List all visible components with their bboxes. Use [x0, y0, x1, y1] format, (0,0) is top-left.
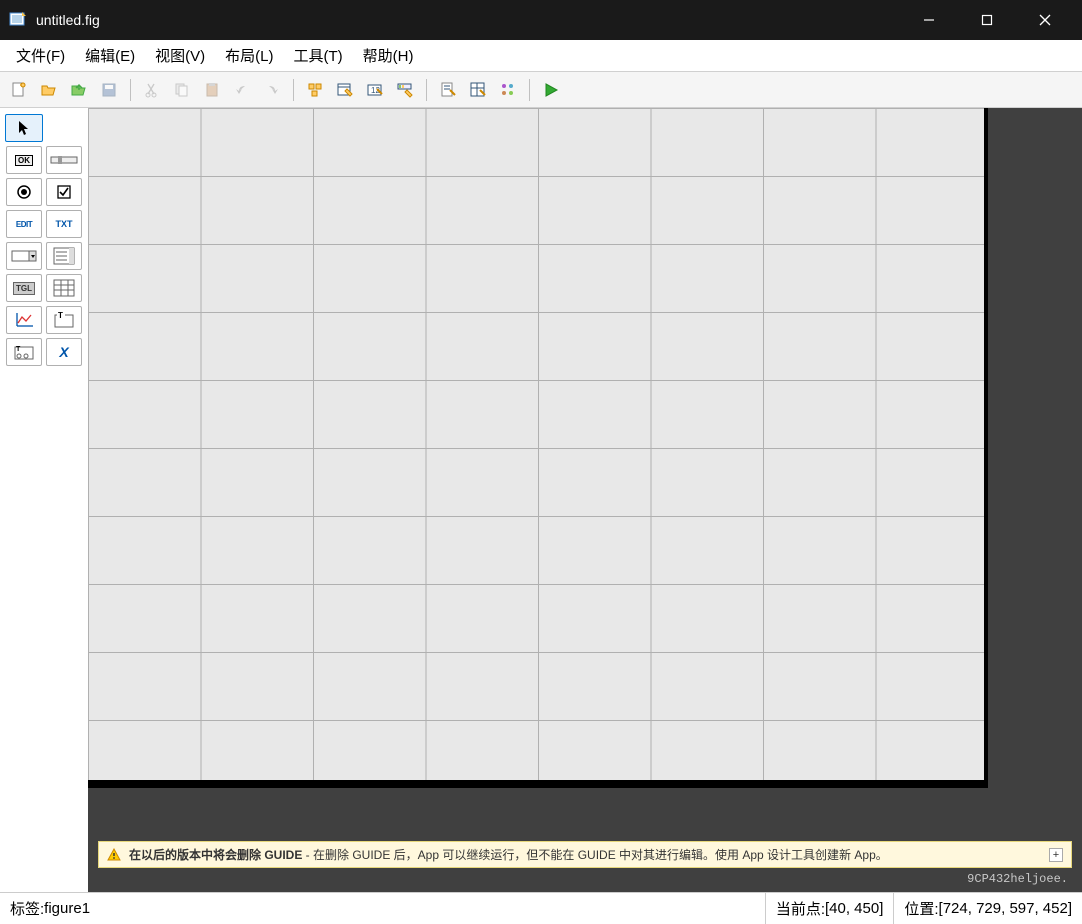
checkbox-tool[interactable] — [46, 178, 82, 206]
deprecation-warning: 在以后的版本中将会删除 GUIDE - 在删除 GUIDE 后，App 可以继续… — [98, 841, 1072, 868]
redo-button — [259, 77, 285, 103]
status-current-point: 当前点: [40, 450] — [766, 893, 895, 924]
menubar: 文件(F) 编辑(E) 视图(V) 布局(L) 工具(T) 帮助(H) — [0, 40, 1082, 72]
edittext-tool[interactable]: EDIT — [6, 210, 42, 238]
undo-button — [229, 77, 255, 103]
paste-button — [199, 77, 225, 103]
align-button[interactable] — [302, 77, 328, 103]
statictext-tool[interactable]: TXT — [46, 210, 82, 238]
popupmenu-tool[interactable] — [6, 242, 42, 270]
toolbar-separator — [293, 79, 294, 101]
buttongroup-tool[interactable]: T — [6, 338, 42, 366]
axes-tool[interactable] — [6, 306, 42, 334]
slider-tool[interactable] — [46, 146, 82, 174]
titlebar: untitled.fig — [0, 0, 1082, 40]
menu-help[interactable]: 帮助(H) — [353, 41, 424, 70]
new-button[interactable] — [6, 77, 32, 103]
property-inspector-button[interactable] — [465, 77, 491, 103]
listbox-tool[interactable] — [46, 242, 82, 270]
app-icon — [8, 10, 28, 30]
menu-tools[interactable]: 工具(T) — [284, 41, 353, 70]
svg-text:T: T — [16, 346, 21, 353]
workspace: OK EDIT TXT TGL T T X — [0, 108, 1082, 892]
mfile-editor-button[interactable] — [435, 77, 461, 103]
warning-icon — [107, 848, 121, 862]
status-position: 位置: [724, 729, 597, 452] — [894, 893, 1082, 924]
save-button[interactable] — [66, 77, 92, 103]
tab-editor-button[interactable]: 12 — [362, 77, 388, 103]
menu-file[interactable]: 文件(F) — [6, 41, 75, 70]
close-button[interactable] — [1016, 0, 1074, 40]
window-controls — [900, 0, 1074, 40]
layout-grid[interactable] — [88, 108, 988, 788]
togglebutton-tool[interactable]: TGL — [6, 274, 42, 302]
pushbutton-tool[interactable]: OK — [6, 146, 42, 174]
copy-button — [169, 77, 195, 103]
run-button[interactable] — [538, 77, 564, 103]
menu-editor-button[interactable] — [332, 77, 358, 103]
cut-button — [139, 77, 165, 103]
table-tool[interactable] — [46, 274, 82, 302]
canvas-area[interactable]: 在以后的版本中将会删除 GUIDE - 在删除 GUIDE 后，App 可以继续… — [88, 108, 1082, 892]
warning-text: 在以后的版本中将会删除 GUIDE - 在删除 GUIDE 后，App 可以继续… — [129, 846, 888, 863]
toolbar-separator — [529, 79, 530, 101]
component-palette: OK EDIT TXT TGL T T X — [0, 108, 88, 892]
toolbar-separator — [130, 79, 131, 101]
radiobutton-tool[interactable] — [6, 178, 42, 206]
open-button[interactable] — [36, 77, 62, 103]
panel-tool[interactable]: T — [46, 306, 82, 334]
status-tag: 标签: figure1 — [0, 893, 766, 924]
menu-view[interactable]: 视图(V) — [145, 41, 215, 70]
object-browser-button[interactable] — [495, 77, 521, 103]
select-tool[interactable] — [5, 114, 43, 142]
minimize-button[interactable] — [900, 0, 958, 40]
toolbar: 12 — [0, 72, 1082, 108]
window-title: untitled.fig — [36, 12, 900, 28]
toolbar-separator — [426, 79, 427, 101]
savefig-button — [96, 77, 122, 103]
watermark: 9CP432heljoee. — [967, 872, 1068, 886]
expand-warning-button[interactable]: + — [1049, 848, 1063, 862]
activex-tool[interactable]: X — [46, 338, 82, 366]
toolbar-editor-button[interactable] — [392, 77, 418, 103]
svg-text:T: T — [58, 311, 63, 320]
menu-edit[interactable]: 编辑(E) — [75, 41, 145, 70]
statusbar: 标签: figure1 当前点: [40, 450] 位置: [724, 729… — [0, 892, 1082, 924]
maximize-button[interactable] — [958, 0, 1016, 40]
menu-layout[interactable]: 布局(L) — [215, 41, 283, 70]
